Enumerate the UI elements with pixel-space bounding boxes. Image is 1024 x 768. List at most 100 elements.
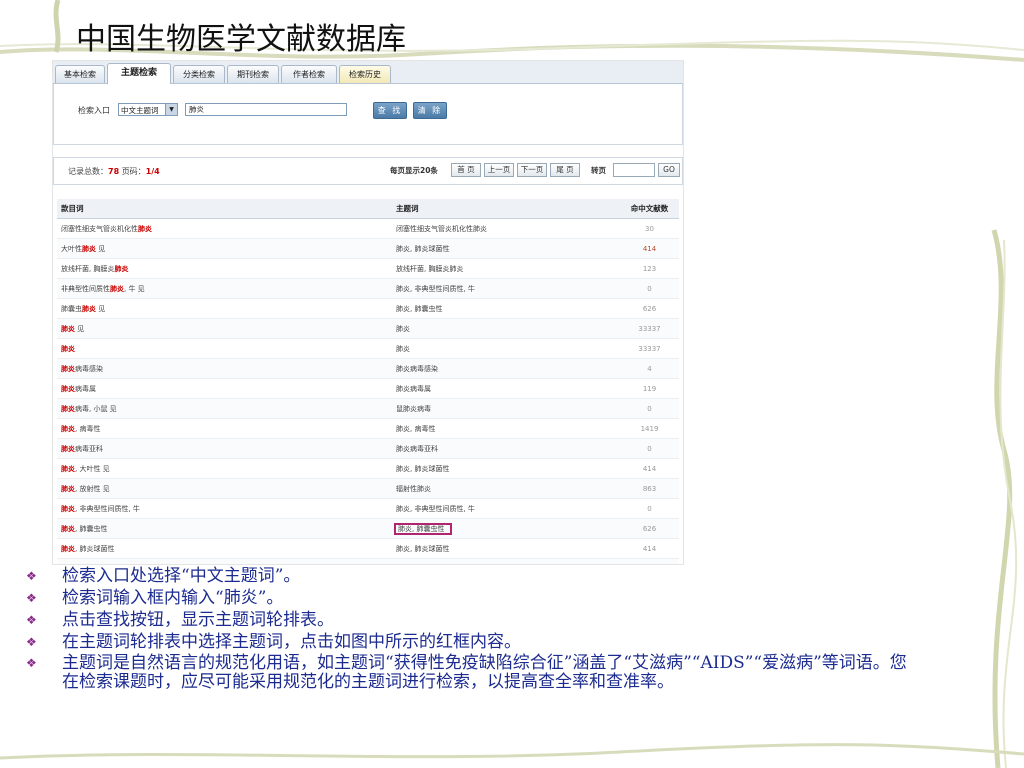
entry-term-link[interactable]: 肺炎病毒属	[57, 378, 392, 399]
entry-term-link[interactable]: 肺炎	[57, 338, 392, 359]
hit-count: 33337	[617, 338, 679, 359]
hit-count: 119	[617, 378, 679, 399]
entry-term-link[interactable]: 非典型性间质性肺炎, 牛 见	[57, 278, 392, 299]
table-row: 肺炎 肺炎 33337	[57, 338, 679, 359]
table-row: 放线杆菌, 胸膜炎肺炎 放线杆菌, 胸膜炎肺炎 123	[57, 258, 679, 279]
hit-count: 1419	[617, 418, 679, 439]
goto-page-input[interactable]	[613, 163, 655, 177]
entry-term-link[interactable]: 肺炎病毒亚科	[57, 438, 392, 459]
prev-page-button[interactable]: 上一页	[484, 163, 514, 177]
tab-basic-search[interactable]: 基本检索	[55, 65, 105, 83]
page-title: 中国生物医学文献数据库	[76, 22, 406, 57]
per-page-label: 每页显示20条	[390, 166, 438, 175]
hit-count: 0	[617, 438, 679, 459]
entry-term-link[interactable]: 肺炎, 病毒性	[57, 418, 392, 439]
table-row: 肺炎 见肺炎 33337	[57, 318, 679, 339]
go-button[interactable]: GO	[658, 163, 680, 177]
subject-rotation-table: 款目词 主题词 命中文献数 闭塞性细支气管炎机化性肺炎 闭塞性细支气管炎机化性肺炎…	[57, 199, 679, 564]
chevron-down-icon[interactable]: ▼	[165, 104, 177, 115]
bullet-item: ❖ 在主题词轮排表中选择主题词，点击如图中所示的红框内容。	[26, 632, 521, 652]
total-count: 78	[108, 167, 120, 176]
diamond-bullet-icon: ❖	[26, 656, 37, 670]
entry-term-link[interactable]: 大叶性肺炎 见	[57, 238, 392, 259]
subject-link[interactable]: 鼠肺炎病毒	[392, 398, 617, 419]
bullet-item: ❖ 检索入口处选择“中文主题词”。	[26, 566, 301, 586]
tab-search-history[interactable]: 检索历史	[339, 65, 391, 83]
search-entry-select[interactable]: 中文主题词 ▼	[118, 103, 178, 116]
entry-term-link[interactable]: 肺炎, 非典型性间质性, 牛	[57, 498, 392, 519]
hit-count: 0	[617, 498, 679, 519]
bullet-item: ❖ 点击查找按钮，显示主题词轮排表。	[26, 610, 334, 630]
hit-count: 414	[617, 458, 679, 479]
page-number: 1/4	[145, 167, 160, 176]
tab-subject-search[interactable]: 主题检索	[107, 63, 171, 84]
hit-count: 863	[617, 478, 679, 499]
search-panel: 检索入口 中文主题词 ▼ 肺炎 查 找 清 除	[53, 84, 683, 145]
subject-link[interactable]: 肺炎, 肺炎球菌性	[392, 238, 617, 259]
subject-link[interactable]: 肺炎	[392, 338, 617, 359]
table-row: 非典型性间质性肺炎, 牛 见肺炎, 非典型性间质性, 牛0	[57, 278, 679, 299]
entry-term-link[interactable]: 肺炎, 肺囊虫性	[57, 518, 392, 539]
table-row: 肺炎, 放射性 见辐射性肺炎 863	[57, 478, 679, 499]
hit-count: 0	[617, 278, 679, 299]
table-row: 肺炎, 非典型性间质性, 牛肺炎, 非典型性间质性, 牛0	[57, 498, 679, 519]
subject-link[interactable]: 肺炎	[392, 318, 617, 339]
entry-term-link[interactable]: 肺囊虫肺炎 见	[57, 298, 392, 319]
hit-count: 0	[617, 398, 679, 419]
table-row: 肺炎, 肺囊虫性 肺炎, 肺囊虫性 626	[57, 518, 679, 539]
last-page-button[interactable]: 尾 页	[550, 163, 580, 177]
clear-button[interactable]: 清 除	[413, 102, 447, 119]
next-page-button[interactable]: 下一页	[517, 163, 547, 177]
subject-link[interactable]: 闭塞性细支气管炎机化性肺炎	[392, 218, 617, 239]
tab-author-search[interactable]: 作者检索	[281, 65, 337, 83]
entry-term-link[interactable]: 肺炎, 大叶性 见	[57, 458, 392, 479]
subject-link[interactable]: 肺炎, 肺炎球菌性	[392, 458, 617, 479]
hit-count: 626	[617, 518, 679, 539]
search-term-input[interactable]: 肺炎	[185, 103, 347, 116]
search-entry-label: 检索入口	[78, 106, 110, 115]
table-row: 肺炎, 肺炎球菌性 肺炎, 肺炎球菌性 414	[57, 538, 679, 559]
hit-count: 4	[617, 358, 679, 379]
bullet-item: ❖ 主题词是自然语言的规范化用语，如主题词“获得性免疫缺陷综合征”涵盖了“艾滋病”…	[26, 653, 907, 692]
subject-link[interactable]: 肺炎, 病毒性	[392, 418, 617, 439]
diamond-bullet-icon: ❖	[26, 569, 37, 583]
table-row: 闭塞性细支气管炎机化性肺炎 闭塞性细支气管炎机化性肺炎 30	[57, 218, 679, 239]
hit-count: 30	[617, 218, 679, 239]
table-row: 大叶性肺炎 见肺炎, 肺炎球菌性 414	[57, 238, 679, 259]
first-page-button[interactable]: 首 页	[451, 163, 481, 177]
entry-term-link[interactable]: 肺炎病毒感染	[57, 358, 392, 379]
subject-link[interactable]: 肺炎病毒感染	[392, 358, 617, 379]
subject-link[interactable]: 放线杆菌, 胸膜炎肺炎	[392, 258, 617, 279]
entry-term-link[interactable]: 肺炎, 肺炎球菌性	[57, 538, 392, 559]
subject-link-selected[interactable]: 肺炎, 肺囊虫性	[392, 518, 617, 539]
subject-link[interactable]: 肺炎, 非典型性间质性, 牛	[392, 498, 617, 519]
hit-count: 626	[617, 298, 679, 319]
diamond-bullet-icon: ❖	[26, 591, 37, 605]
decorative-vine-bottom	[0, 743, 1024, 760]
table-row: 肺炎病毒亚科 肺炎病毒亚科 0	[57, 438, 679, 459]
tab-bar: 基本检索 主题检索 分类检索 期刊检索 作者检索 检索历史	[53, 61, 683, 84]
subject-link[interactable]: 肺炎, 非典型性间质性, 牛	[392, 278, 617, 299]
entry-term-link[interactable]: 放线杆菌, 胸膜炎肺炎	[57, 258, 392, 279]
column-header-subject: 主题词	[392, 199, 617, 219]
column-header-hit-count: 命中文献数	[617, 199, 679, 219]
tab-classification-search[interactable]: 分类检索	[173, 65, 225, 83]
entry-term-link[interactable]: 肺炎, 放射性 见	[57, 478, 392, 499]
table-row: 肺炎病毒, 小鼠 见鼠肺炎病毒 0	[57, 398, 679, 419]
entry-term-link[interactable]: 肺炎病毒, 小鼠 见	[57, 398, 392, 419]
diamond-bullet-icon: ❖	[26, 635, 37, 649]
subject-link[interactable]: 肺炎病毒属	[392, 378, 617, 399]
subject-link[interactable]: 肺炎, 肺囊虫性	[392, 298, 617, 319]
hit-count: 33337	[617, 318, 679, 339]
screenshot-panel: 基本检索 主题检索 分类检索 期刊检索 作者检索 检索历史 检索入口 中文主题词…	[52, 60, 684, 565]
entry-term-link[interactable]: 闭塞性细支气管炎机化性肺炎	[57, 218, 392, 239]
bullet-list: ❖ 检索入口处选择“中文主题词”。 ❖ 检索词输入框内输入“肺炎”。 ❖ 点击查找按钮…	[26, 565, 916, 692]
table-row: 肺炎病毒属 肺炎病毒属 119	[57, 378, 679, 399]
tab-journal-search[interactable]: 期刊检索	[227, 65, 279, 83]
subject-link[interactable]: 肺炎病毒亚科	[392, 438, 617, 459]
subject-link[interactable]: 肺炎, 肺炎球菌性	[392, 538, 617, 559]
subject-link[interactable]: 辐射性肺炎	[392, 478, 617, 499]
find-button[interactable]: 查 找	[373, 102, 407, 119]
entry-term-link[interactable]: 肺炎 见	[57, 318, 392, 339]
decorative-vine-right	[991, 229, 1018, 768]
